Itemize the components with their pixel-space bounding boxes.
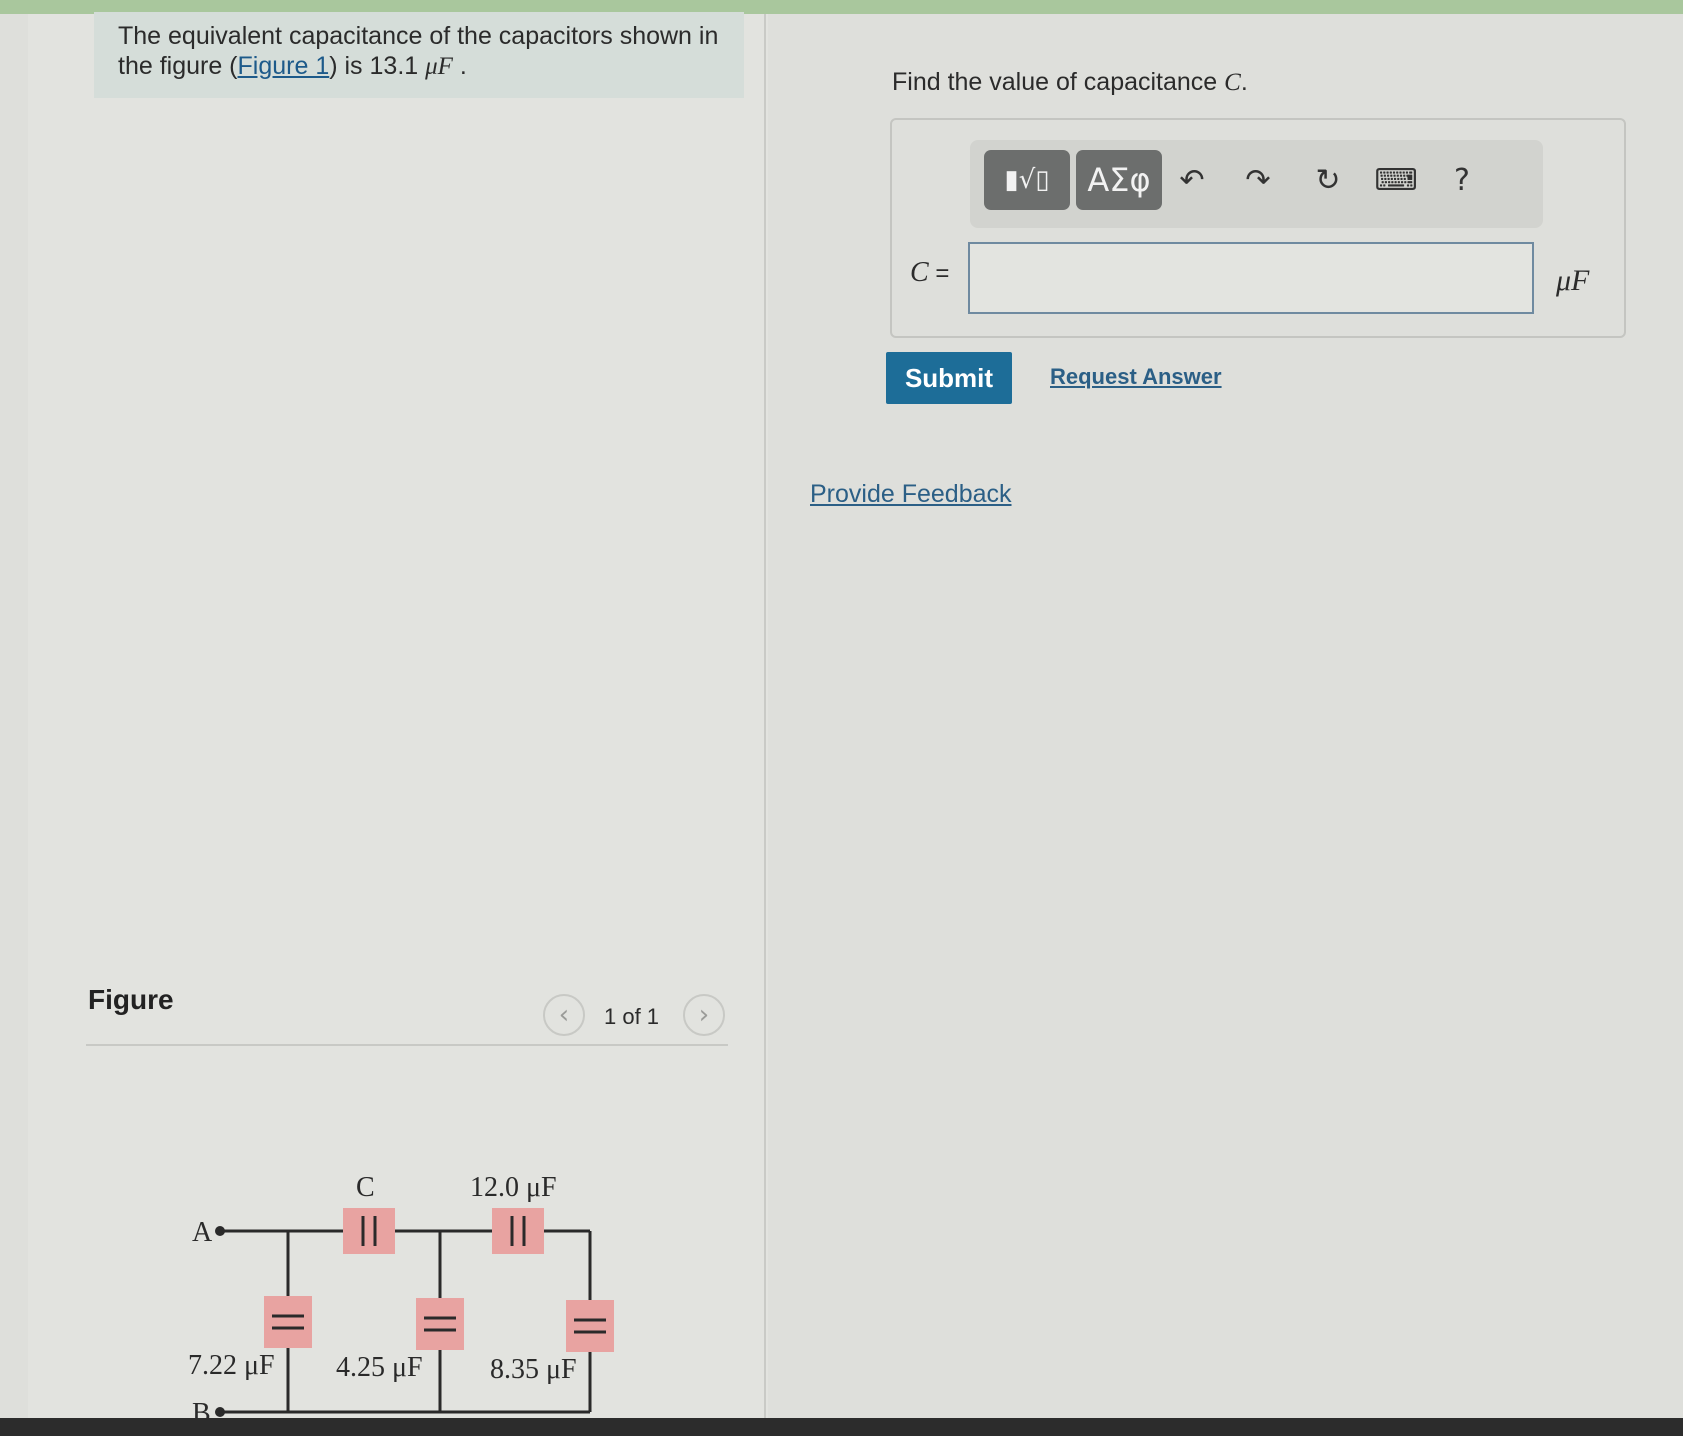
keyboard-icon[interactable]: ⌨ xyxy=(1370,154,1422,206)
submit-button[interactable]: Submit xyxy=(886,352,1012,404)
symbols-button[interactable]: ΑΣφ xyxy=(1076,150,1162,210)
cap-7-22-label: 7.22 μF xyxy=(188,1350,275,1381)
capacitor-8-35 xyxy=(566,1300,614,1352)
cap-12-0-label: 12.0 μF xyxy=(470,1172,557,1203)
figure-title: Figure xyxy=(88,984,174,1015)
node-a-label: A xyxy=(192,1217,213,1248)
cap-c-label: C xyxy=(356,1172,375,1203)
circuit-diagram: A B C 12.0 μF 7.22 μF 4.25 μF 8.35 μF xyxy=(188,1172,614,1420)
panel-divider xyxy=(764,14,766,1436)
prev-figure-button[interactable]: ‹ xyxy=(543,994,585,1036)
node-b-label: B xyxy=(192,1398,211,1420)
redo-icon[interactable]: ↷ xyxy=(1232,154,1284,206)
undo-icon[interactable]: ↶ xyxy=(1166,154,1218,206)
capacitor-12-0 xyxy=(492,1208,544,1254)
problem-text-line1: The equivalent capacitance of the capaci… xyxy=(118,22,719,50)
question-text: Find the value of capacitance C. xyxy=(892,68,1248,96)
prompt-unit: μF xyxy=(425,53,453,80)
capacitor-7-22 xyxy=(264,1296,312,1348)
screen-bottom-edge xyxy=(0,1418,1683,1436)
provide-feedback-link[interactable]: Provide Feedback xyxy=(810,480,1012,509)
capacitor-c xyxy=(343,1208,395,1254)
figure-pager: 1 of 1 xyxy=(604,1004,660,1029)
problem-text-line2: the figure (Figure 1) is 13.1 μF . xyxy=(118,52,467,80)
cap-4-25-label: 4.25 μF xyxy=(336,1352,423,1383)
figure-link[interactable]: Figure 1 xyxy=(238,52,330,80)
reset-icon[interactable]: ↻ xyxy=(1302,154,1354,206)
figure-divider xyxy=(86,1044,728,1046)
capacitor-4-25 xyxy=(416,1298,464,1350)
next-figure-button[interactable]: › xyxy=(683,994,725,1036)
templates-button[interactable]: ▮√▯ xyxy=(984,150,1070,210)
help-icon[interactable]: ? xyxy=(1436,154,1488,206)
math-toolbar: ▮√▯ ΑΣφ ↶ ↷ ↻ ⌨ ? xyxy=(970,140,1543,228)
answer-input[interactable] xyxy=(968,242,1534,314)
request-answer-link[interactable]: Request Answer xyxy=(1050,364,1222,390)
answer-label: C = xyxy=(910,257,950,288)
problem-statement: The equivalent capacitance of the capaci… xyxy=(94,12,744,98)
cap-8-35-label: 8.35 μF xyxy=(490,1354,577,1385)
answer-unit: μF xyxy=(1556,264,1590,297)
